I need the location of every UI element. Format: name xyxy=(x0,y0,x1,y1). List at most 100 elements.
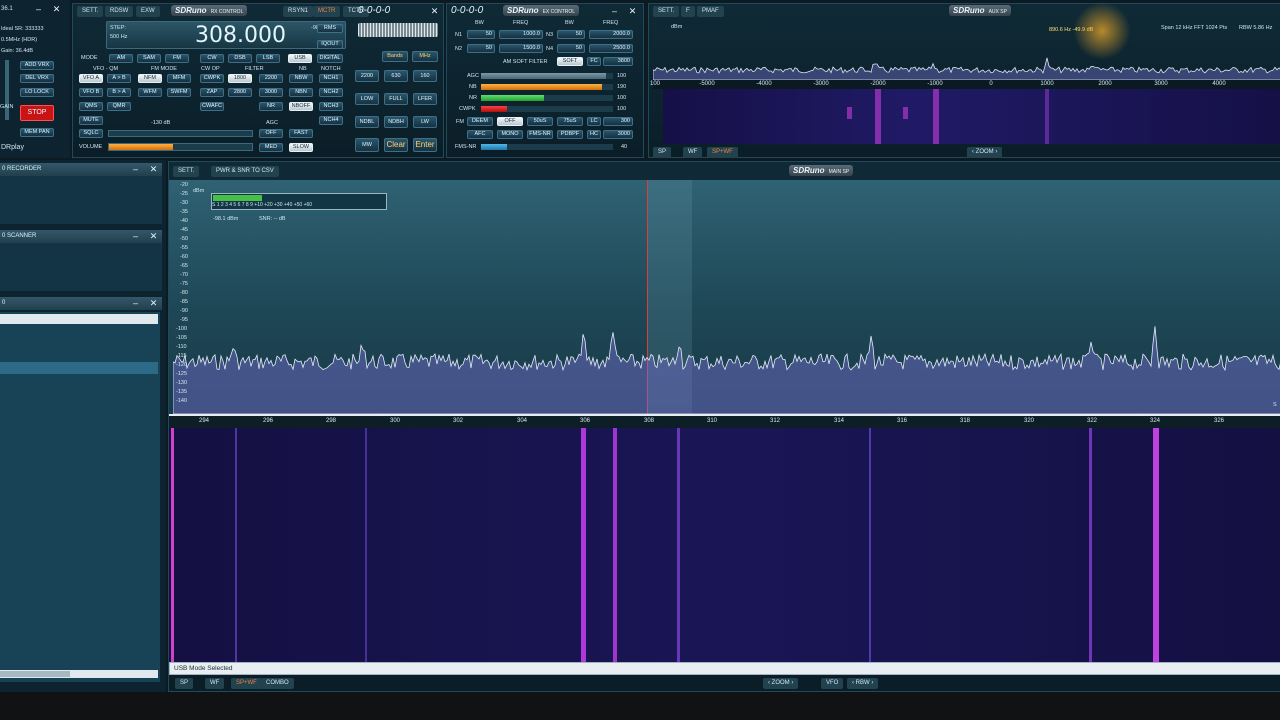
wfm-button[interactable]: WFM xyxy=(138,88,162,97)
aux-wf-tab[interactable]: WF xyxy=(683,147,703,158)
mem-pan-button[interactable]: MEM PAN xyxy=(20,128,54,137)
mode-cw-button[interactable]: CW xyxy=(200,54,224,63)
nbw-button[interactable]: NBW xyxy=(289,74,313,83)
main-sp-tab[interactable]: SP xyxy=(175,678,194,689)
aux-sp-tab[interactable]: SP xyxy=(653,147,672,158)
aux-spectrum[interactable] xyxy=(653,18,1280,80)
notch-n3-freq[interactable]: 2000.0 xyxy=(589,30,633,39)
main-combo-tab[interactable]: COMBO xyxy=(261,678,294,689)
soft-button[interactable]: SOFT xyxy=(557,57,583,66)
main-rbw-control[interactable]: ‹ RBW › xyxy=(847,678,879,689)
ex-agc-slider[interactable] xyxy=(481,73,613,79)
lc-value[interactable]: 300 xyxy=(603,117,633,126)
main-wf-tab[interactable]: WF xyxy=(205,678,225,689)
pwr-snr-csv-tab[interactable]: PWR & SNR TO CSV xyxy=(211,166,279,177)
fc-value[interactable]: 3800 xyxy=(603,57,633,66)
del-vrx-button[interactable]: DEL VRX xyxy=(20,74,54,83)
mode-fm-button[interactable]: FM xyxy=(165,54,189,63)
main-spectrum[interactable] xyxy=(173,180,1280,414)
deem-50us-button[interactable]: 50uS xyxy=(527,117,553,126)
main-spwf-tab[interactable]: SP+WF xyxy=(231,678,262,689)
a-to-b-button[interactable]: A > B xyxy=(107,74,131,83)
notch-n1-freq[interactable]: 1000.0 xyxy=(499,30,543,39)
spectrum-area[interactable] xyxy=(169,180,1280,414)
key-ndbh-button[interactable]: NDBH xyxy=(384,116,408,128)
notch-n4-freq[interactable]: 2500.0 xyxy=(589,44,633,53)
add-vrx-button[interactable]: ADD VRX xyxy=(20,61,54,70)
aux-waterfall[interactable] xyxy=(663,89,1280,144)
notch-n2-freq[interactable]: 1500.0 xyxy=(499,44,543,53)
notch-n3-bw[interactable]: 50 xyxy=(557,30,585,39)
memory-scroll-thumb[interactable] xyxy=(0,671,70,677)
mhz-button[interactable]: MHz xyxy=(412,51,438,62)
key-mw-button[interactable]: MW xyxy=(355,138,379,152)
close-icon[interactable]: ✕ xyxy=(52,5,61,14)
agc-off-button[interactable]: OFF xyxy=(259,129,283,138)
bands-button[interactable]: Bands xyxy=(382,51,408,62)
key-lw-button[interactable]: LW xyxy=(413,116,437,128)
nboff-button[interactable]: NBOFF xyxy=(289,102,313,111)
nch3-button[interactable]: NCH3 xyxy=(319,102,343,111)
mode-am-button[interactable]: AM xyxy=(109,54,133,63)
mute-button[interactable]: MUTE xyxy=(79,116,103,125)
fc-button[interactable]: FC xyxy=(587,57,601,66)
cwafc-button[interactable]: CWAFC xyxy=(200,102,224,111)
keypad-dial[interactable] xyxy=(358,23,438,37)
notch-n1-bw[interactable]: 50 xyxy=(467,30,495,39)
qmr-button[interactable]: QMR xyxy=(107,102,131,111)
key-full-button[interactable]: FULL xyxy=(384,93,408,105)
recorder-close-icon[interactable]: ✕ xyxy=(149,165,158,174)
nch4-button[interactable]: NCH4 xyxy=(319,116,343,125)
minimize-icon[interactable]: – xyxy=(34,5,43,14)
key-ndbl-button[interactable]: NDBL xyxy=(355,116,379,128)
nbn-button[interactable]: NBN xyxy=(289,88,313,97)
notch-n2-bw[interactable]: 50 xyxy=(467,44,495,53)
filter-2200-button[interactable]: 2200 xyxy=(259,74,283,83)
memory-minimize-icon[interactable]: – xyxy=(131,299,140,308)
nch2-button[interactable]: NCH2 xyxy=(319,88,343,97)
gain-slider[interactable] xyxy=(5,60,9,120)
ex-cwpk-slider[interactable] xyxy=(481,106,613,112)
scanner-close-icon[interactable]: ✕ xyxy=(149,232,158,241)
notch-n4-bw[interactable]: 50 xyxy=(557,44,585,53)
keypad-close-icon[interactable]: ✕ xyxy=(430,7,439,16)
sqlc-button[interactable]: SQLC xyxy=(79,129,103,138)
mctr-tab[interactable]: MCTR xyxy=(313,6,341,17)
mode-dsb-button[interactable]: DSB xyxy=(228,54,252,63)
cwpk-button[interactable]: CWPK xyxy=(200,74,224,83)
recorder-minimize-icon[interactable]: – xyxy=(131,165,140,174)
rsyn1-tab[interactable]: RSYN1 xyxy=(283,6,314,17)
deem-off-button[interactable]: OFF xyxy=(497,117,523,126)
volume-slider[interactable] xyxy=(108,143,253,151)
squelch-slider[interactable] xyxy=(108,130,253,137)
nr-button[interactable]: NR xyxy=(259,102,283,111)
agc-fast-button[interactable]: FAST xyxy=(289,129,313,138)
main-waterfall[interactable] xyxy=(169,428,1280,662)
fms-nr-button[interactable]: FMS-NR xyxy=(527,130,553,139)
chevron-right-icon[interactable]: › xyxy=(791,680,793,686)
memory-list[interactable] xyxy=(0,312,160,682)
qms-button[interactable]: QMS xyxy=(79,102,103,111)
main-vfo-button[interactable]: VFO xyxy=(821,678,844,689)
aux-spwf-tab[interactable]: SP+WF xyxy=(707,147,738,158)
afc-button[interactable]: AFC xyxy=(467,130,493,139)
agc-med-button[interactable]: MED xyxy=(259,143,283,152)
lc-button[interactable]: LC xyxy=(587,117,601,126)
key-low-button[interactable]: LOW xyxy=(355,93,379,105)
nch1-button[interactable]: NCH1 xyxy=(319,74,343,83)
b-to-a-button[interactable]: B > A xyxy=(107,88,131,97)
lo-lock-button[interactable]: LO LOCK xyxy=(20,88,54,97)
nfm-button[interactable]: NFM xyxy=(138,74,162,83)
ex-minimize-icon[interactable]: – xyxy=(610,7,619,16)
aux-sett-tab[interactable]: SETT. xyxy=(653,6,680,17)
key-160-button[interactable]: 160 xyxy=(413,70,437,82)
mfm-button[interactable]: MFM xyxy=(167,74,191,83)
scanner-minimize-icon[interactable]: – xyxy=(131,232,140,241)
aux-zoom-control[interactable]: ‹ ZOOM › xyxy=(967,147,1003,158)
key-enter-button[interactable]: Enter xyxy=(413,138,437,152)
mode-digital-button[interactable]: DIGITAL xyxy=(317,54,343,63)
rx-rdsw-tab[interactable]: RDSW xyxy=(105,6,134,17)
vfo-b-button[interactable]: VFO B xyxy=(79,88,103,97)
fmsnr-slider[interactable] xyxy=(481,144,613,150)
frequency-display[interactable]: STEP: 500 Hz 308.000 -98.1 dBm xyxy=(106,21,346,49)
